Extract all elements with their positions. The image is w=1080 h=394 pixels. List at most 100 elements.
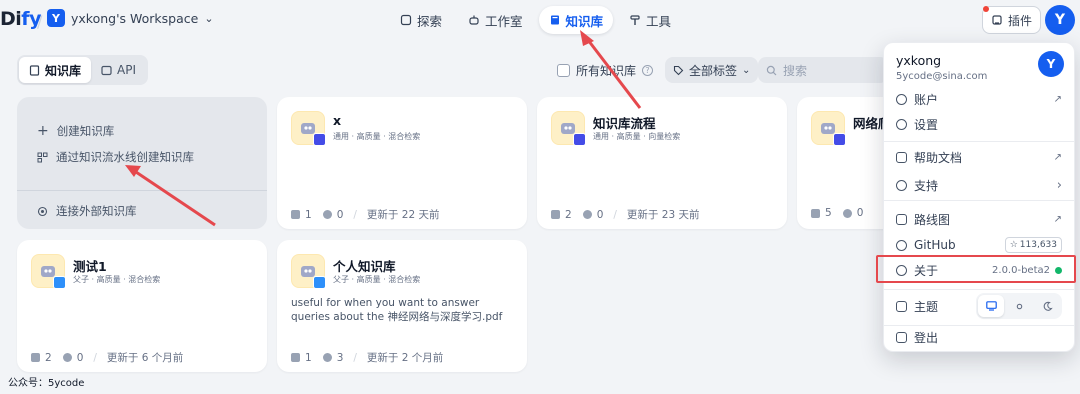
user-name: yxkong: [896, 53, 942, 68]
search-icon: [766, 65, 777, 75]
kb-meta: 父子 · 高质量 · 混合检索: [333, 275, 421, 284]
menu-logout[interactable]: 登出: [884, 325, 1074, 349]
star-icon: ☆: [1009, 240, 1018, 250]
user-avatar[interactable]: Y: [1045, 5, 1075, 35]
tag-filter-dropdown[interactable]: 全部标签 ⌄: [665, 57, 759, 83]
connect-external-button[interactable]: 连接外部知识库: [37, 203, 137, 219]
menu-roadmap[interactable]: 路线图 ↗: [884, 207, 1074, 231]
menu-account[interactable]: 账户 ↗: [884, 87, 1074, 111]
updated-time: 更新于 23 天前: [626, 209, 700, 221]
doc-count: 2: [45, 351, 52, 364]
doc-count: 1: [305, 208, 312, 221]
kb-api-tabs: 知识库 API: [17, 55, 148, 85]
app-count: 0: [596, 208, 604, 221]
workspace-badge: Y: [47, 9, 65, 27]
dify-logo[interactable]: Dify: [0, 8, 41, 30]
tag-icon: [673, 65, 684, 75]
menu-settings-label: 设置: [914, 117, 939, 132]
document-icon: [291, 353, 300, 362]
kb-card[interactable]: x 通用 · 高质量 · 混合检索 1 0 / 更新于 22 天前: [277, 97, 527, 229]
updated-time: 更新于 6 个月前: [106, 352, 184, 364]
user-icon: [896, 93, 907, 105]
external-link-icon: ↗: [1053, 213, 1062, 225]
plugin-icon: [992, 15, 1002, 25]
menu-account-label: 账户: [914, 92, 939, 107]
all-kb-filter[interactable]: 所有知识库 ?: [557, 62, 654, 79]
app-icon: [582, 210, 592, 219]
kb-footer: 5 0: [811, 207, 863, 219]
user-menu: yxkong 5ycode@sina.com Y 账户 ↗ 设置 帮助文档 ↗ …: [883, 42, 1075, 352]
kb-card[interactable]: 测试1 父子 · 高质量 · 混合检索 2 0 / 更新于 6 个月前: [17, 240, 267, 372]
nav-knowledge[interactable]: 知识库: [538, 6, 614, 34]
book-icon: [896, 151, 907, 163]
kb-meta: 通用 · 高质量 · 混合检索: [333, 132, 421, 141]
hammer-icon: [630, 15, 640, 25]
create-pipeline-label: 通过知识流水线创建知识库: [56, 150, 194, 164]
shirt-icon: [896, 300, 907, 312]
logo-text: Di: [0, 8, 22, 30]
kb-meta: 父子 · 高质量 · 混合检索: [73, 275, 161, 284]
gear-icon: [896, 118, 907, 130]
menu-roadmap-label: 路线图: [914, 212, 951, 227]
help-icon[interactable]: ?: [642, 65, 654, 76]
updated-time: 更新于 22 天前: [366, 209, 440, 221]
kb-title: 测试1: [73, 259, 107, 274]
kb-footer: 2 0 / 更新于 23 天前: [551, 207, 699, 222]
nav-tools[interactable]: 工具: [619, 6, 681, 34]
app-icon: [322, 210, 332, 219]
kb-card[interactable]: 知识库流程 通用 · 高质量 · 向量检索 2 0 / 更新于 23 天前: [537, 97, 787, 229]
plugins-button[interactable]: 插件: [982, 6, 1042, 34]
create-pipeline-button[interactable]: 通过知识流水线创建知识库: [37, 149, 194, 165]
avatar: Y: [1038, 51, 1064, 77]
workspace-switcher[interactable]: Y yxkong's Workspace ⌄: [47, 9, 214, 27]
help-circle-icon: [896, 179, 907, 191]
kb-description: useful for when you want to answer queri…: [291, 297, 503, 323]
menu-docs[interactable]: 帮助文档 ↗: [884, 145, 1074, 169]
search-placeholder: 搜索: [783, 63, 808, 78]
document-icon: [291, 210, 300, 219]
robot-icon: [469, 15, 479, 25]
logout-icon: [896, 331, 907, 343]
kb-card[interactable]: 网络爬 5 0: [797, 97, 887, 229]
watermark-label: 公众号：5ycode: [8, 378, 85, 389]
menu-theme: 主题: [884, 291, 1074, 321]
divider: /: [353, 208, 357, 221]
app-count: 0: [76, 351, 84, 364]
tab-knowledge-label: 知识库: [45, 63, 82, 78]
menu-settings[interactable]: 设置: [884, 112, 1074, 136]
kb-footer: 2 0 / 更新于 6 个月前: [31, 350, 183, 365]
menu-support[interactable]: 支持 ›: [884, 173, 1074, 197]
theme-dark-button[interactable]: [1034, 295, 1060, 317]
nav-tools-label: 工具: [646, 13, 672, 29]
kb-type-icon: [313, 133, 326, 146]
github-icon: [896, 239, 907, 251]
theme-light-button[interactable]: [1006, 295, 1032, 317]
document-icon: [811, 208, 820, 218]
plugins-label: 插件: [1008, 13, 1033, 28]
kb-title: 知识库流程: [593, 116, 656, 131]
book-icon: [29, 64, 40, 76]
kb-title: 网络爬: [853, 116, 887, 131]
app-icon: [322, 353, 332, 362]
workspace-name: yxkong's Workspace: [71, 10, 199, 26]
plus-icon: +: [37, 123, 49, 139]
nav-explore[interactable]: 探索: [390, 6, 452, 34]
search-input[interactable]: 搜索: [758, 57, 888, 83]
notification-dot: [983, 6, 989, 12]
nav-studio[interactable]: 工作室: [458, 6, 533, 34]
tab-api[interactable]: API: [91, 57, 146, 83]
tab-knowledge[interactable]: 知识库: [19, 57, 92, 83]
menu-github[interactable]: GitHub ☆ 113,633: [884, 233, 1074, 257]
kb-card[interactable]: 个人知识库 父子 · 高质量 · 混合检索 useful for when yo…: [277, 240, 527, 372]
create-kb-label: 创建知识库: [56, 124, 115, 138]
top-navigation: Dify / Y yxkong's Workspace ⌄ 探索 工作室 知识库…: [0, 0, 1080, 40]
external-link-icon: ↗: [1053, 93, 1062, 105]
all-kb-label: 所有知识库: [576, 64, 637, 78]
theme-switcher: [976, 293, 1062, 319]
external-link-icon: ↗: [1053, 151, 1062, 163]
app-count: 3: [336, 351, 344, 364]
divider: [884, 200, 1074, 201]
theme-system-button[interactable]: [978, 295, 1004, 317]
all-kb-checkbox[interactable]: [557, 64, 570, 77]
create-kb-button[interactable]: + 创建知识库: [37, 123, 114, 139]
